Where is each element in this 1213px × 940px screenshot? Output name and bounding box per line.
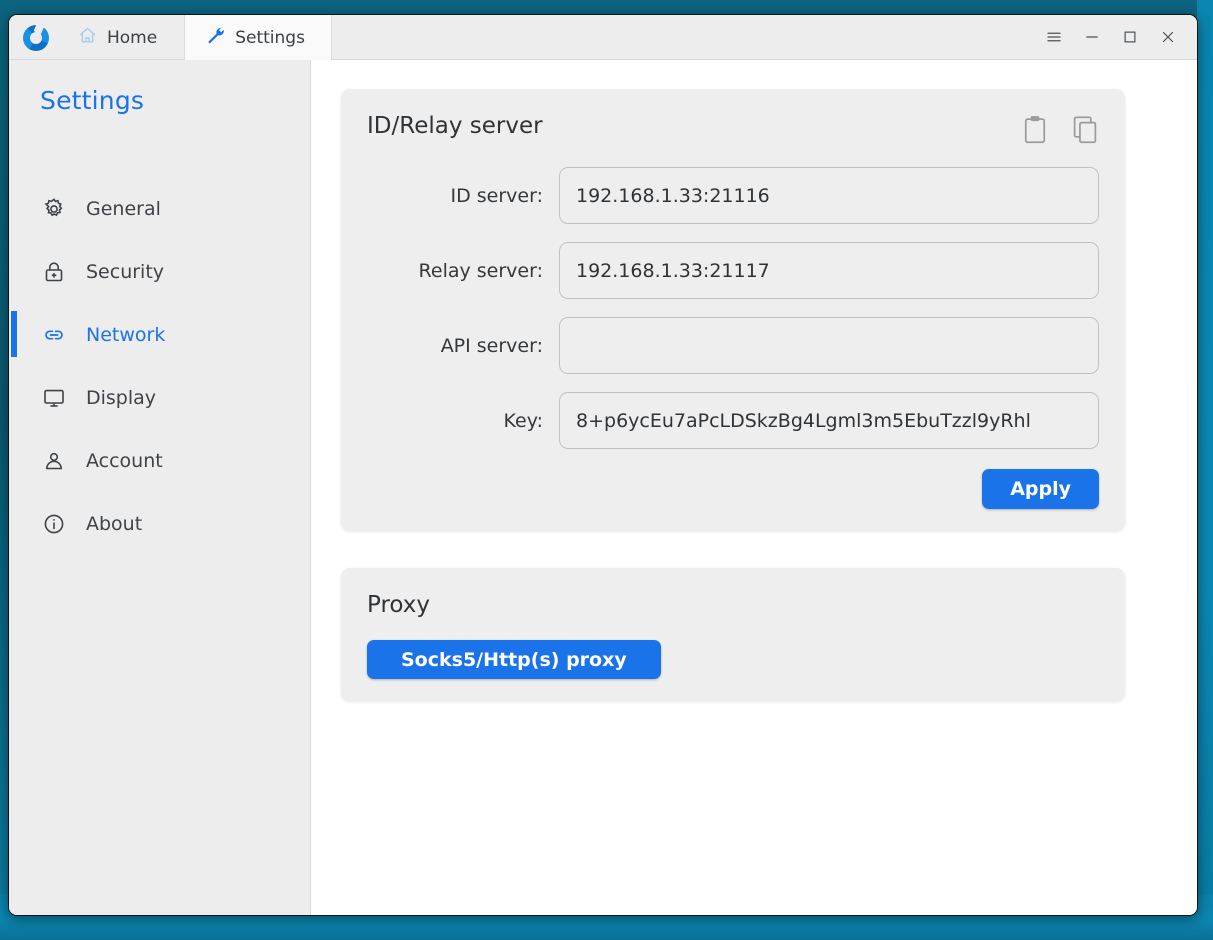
field-row-id-server: ID server: 192.168.1.33:21116 [367,167,1099,224]
apply-button[interactable]: Apply [982,469,1099,509]
card-header: ID/Relay server [367,113,1099,149]
sidebar-item-general[interactable]: General [9,177,310,240]
field-row-api-server: API server: [367,317,1099,374]
card-title: ID/Relay server [367,113,543,139]
maximize-button[interactable] [1113,21,1147,53]
id-server-input[interactable]: 192.168.1.33:21116 [559,167,1099,224]
card-actions [1021,113,1099,149]
page-title: Settings [40,86,145,115]
info-icon [41,511,67,537]
socks5-http-proxy-button[interactable]: Socks5/Http(s) proxy [367,640,661,679]
sidebar-item-label: Network [86,323,166,346]
sidebar-item-display[interactable]: Display [9,366,310,429]
sidebar-item-account[interactable]: Account [9,429,310,492]
title-bar: Home Settings [9,15,1197,60]
relay-server-label: Relay server: [418,259,543,282]
tab-settings[interactable]: Settings [184,15,332,60]
tab-home[interactable]: Home [58,15,184,60]
id-relay-server-card: ID/Relay server ID server: 192.168.1.33:… [341,89,1125,531]
home-icon [78,26,97,50]
sidebar-nav: General Security Network Display Account… [9,177,310,555]
key-label: Key: [503,409,543,432]
proxy-card: Proxy Socks5/Http(s) proxy [341,568,1125,701]
close-button[interactable] [1151,21,1185,53]
sidebar-item-about[interactable]: About [9,492,310,555]
monitor-icon [41,385,67,411]
api-server-input[interactable] [559,317,1099,374]
sidebar-item-label: Security [86,260,165,283]
proxy-card-title: Proxy [367,592,431,618]
tab-settings-label: Settings [235,27,305,48]
sidebar-item-label: About [86,512,143,535]
relay-server-input[interactable]: 192.168.1.33:21117 [559,242,1099,299]
sidebar-item-label: Account [86,449,163,472]
desktop-right-band [1197,0,1213,940]
menu-button[interactable] [1037,21,1071,53]
minimize-button[interactable] [1075,21,1109,53]
api-server-label: API server: [440,334,543,357]
person-icon [41,448,67,474]
link-icon [41,322,67,348]
id-server-label: ID server: [450,184,544,207]
sidebar: Settings General Security Network Displa… [9,60,311,915]
key-input[interactable]: 8+p6ycEu7aPcLDSkzBg4Lgml3m5EbuTzzl9yRhl [559,392,1099,449]
sidebar-item-security[interactable]: Security [9,240,310,303]
sidebar-item-label: General [86,197,161,220]
field-row-key: Key: 8+p6ycEu7aPcLDSkzBg4Lgml3m5EbuTzzl9… [367,392,1099,449]
desktop-background: Home Settings Settings General Security … [0,0,1213,940]
paste-icon[interactable] [1021,115,1049,149]
copy-icon[interactable] [1071,115,1099,149]
lock-icon [41,259,67,285]
gear-icon [41,196,67,222]
window-controls [1037,15,1197,59]
field-row-relay-server: Relay server: 192.168.1.33:21117 [367,242,1099,299]
wrench-icon [205,25,225,50]
app-logo-tab [9,15,58,60]
tab-home-label: Home [107,27,158,48]
application-window: Home Settings Settings General Security … [8,14,1198,916]
sidebar-item-network[interactable]: Network [9,303,310,366]
window-body: Settings General Security Network Displa… [9,60,1197,915]
card-footer: Apply [367,469,1099,509]
sidebar-item-label: Display [86,386,157,409]
settings-content: ID/Relay server ID server: 192.168.1.33:… [311,60,1197,915]
app-logo-icon [23,24,49,51]
